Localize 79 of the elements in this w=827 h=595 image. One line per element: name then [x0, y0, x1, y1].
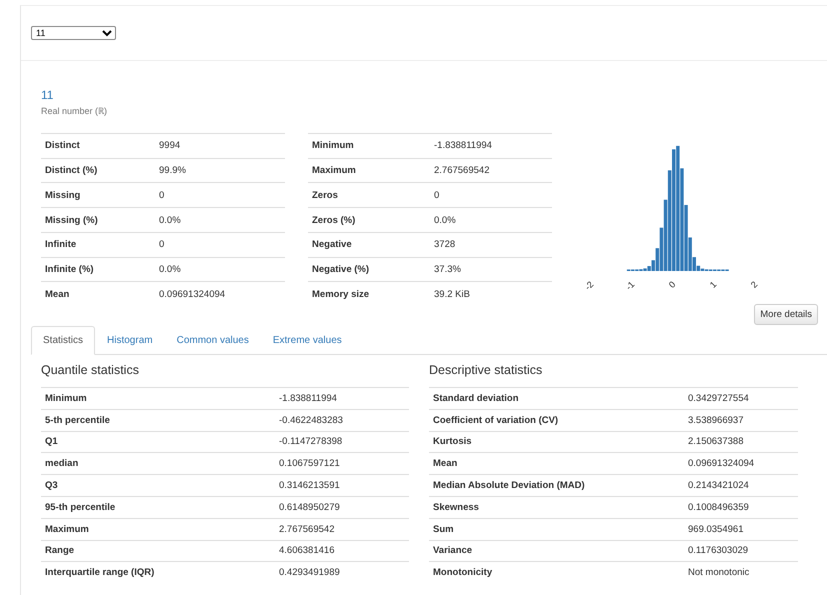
stat-label: Zeros: [308, 182, 430, 208]
axis-tick-label: 0: [666, 279, 678, 290]
stat-value: 39.2 KiB: [430, 282, 552, 306]
stat-value: 0.6148950279: [275, 496, 409, 518]
stat-value: -0.4622483283: [275, 409, 409, 432]
stat-value: 9994: [155, 134, 285, 158]
stat-value: 0.3146213591: [275, 474, 409, 496]
stat-label: Coefficient of variation (CV): [429, 409, 684, 432]
tab[interactable]: Extreme values: [260, 326, 354, 355]
stat-value: 0: [155, 182, 285, 208]
stat-label: Missing: [41, 182, 155, 208]
stat-value: 0: [155, 232, 285, 258]
stat-label: Mean: [41, 282, 155, 306]
variable-type: Real number (ℝ): [41, 105, 108, 117]
stat-value: 3728: [430, 232, 552, 258]
stat-label: Negative: [308, 232, 430, 258]
stat-value: 0.2143421024: [684, 474, 798, 496]
stat-value: 0: [430, 182, 552, 208]
stat-label: median: [41, 452, 275, 475]
stat-label: Missing (%): [41, 208, 155, 232]
stat-label: Zeros (%): [308, 208, 430, 232]
stat-label: Maximum: [308, 158, 430, 183]
stat-value: 0.09691324094: [684, 452, 798, 475]
stat-label: Maximum: [41, 518, 275, 540]
stat-label: Sum: [429, 518, 684, 540]
stat-label: Monotonicity: [429, 562, 684, 584]
variable-name: 11: [41, 88, 54, 102]
more-details-button[interactable]: More details: [754, 304, 818, 325]
stat-label: Distinct (%): [41, 158, 155, 183]
tab[interactable]: Histogram: [95, 326, 165, 355]
stat-value: -1.838811994: [275, 388, 409, 410]
stat-label: 95-th percentile: [41, 496, 275, 518]
stat-label: Q1: [41, 431, 275, 453]
stat-value: 0.0%: [155, 257, 285, 282]
stat-value: 2.150637388: [684, 431, 798, 453]
stat-value: 0.4293491989: [275, 562, 409, 584]
axis-tick-label: 2: [748, 279, 760, 290]
stat-label: Minimum: [308, 134, 430, 158]
stat-value: 0.3429727554: [684, 388, 798, 410]
stat-label: Negative (%): [308, 257, 430, 282]
stat-label: Skewness: [429, 496, 684, 518]
stat-value: 0.1008496359: [684, 496, 798, 518]
stat-label: Variance: [429, 540, 684, 562]
axis-tick-label: 1: [708, 279, 718, 290]
stat-value: 3.538966937: [684, 409, 798, 432]
axis-tick-label: -2: [582, 279, 596, 292]
stat-label: Interquartile range (IQR): [41, 562, 275, 584]
section-title: Quantile statistics: [41, 363, 140, 377]
stat-value: 969.0354961: [684, 518, 798, 540]
stat-label: 5-th percentile: [41, 409, 275, 432]
section-title: Descriptive statistics: [429, 363, 544, 377]
stat-label: Infinite: [41, 232, 155, 258]
stat-label: Range: [41, 540, 275, 562]
stat-label: Median Absolute Deviation (MAD): [429, 474, 684, 496]
variable-select[interactable]: 11: [31, 26, 116, 40]
stat-label: Kurtosis: [429, 431, 684, 453]
stat-label: Q3: [41, 474, 275, 496]
tab[interactable]: Common values: [164, 326, 261, 355]
stat-label: Mean: [429, 452, 684, 475]
stat-label: Infinite (%): [41, 257, 155, 282]
stat-value: 0.1176303029: [684, 540, 798, 562]
axis-tick-label: -1: [624, 279, 636, 292]
stat-value: -1.838811994: [430, 134, 552, 158]
stat-value: 4.606381416: [275, 540, 409, 562]
stat-value: 2.767569542: [430, 158, 552, 183]
stat-value: 37.3%: [430, 257, 552, 282]
stat-label: Minimum: [41, 388, 275, 410]
stat-label: Standard deviation: [429, 388, 684, 410]
stat-value: 0.0%: [155, 208, 285, 232]
stat-value: -0.1147278398: [275, 431, 409, 453]
stat-value: 99.9%: [155, 158, 285, 183]
stat-value: 0.1067597121: [275, 452, 409, 475]
stat-value: 0.0%: [430, 208, 552, 232]
stat-value: 0.09691324094: [155, 282, 285, 306]
stat-label: Memory size: [308, 282, 430, 306]
stat-label: Distinct: [41, 134, 155, 158]
stat-value: Not monotonic: [684, 562, 798, 584]
stat-value: 2.767569542: [275, 518, 409, 540]
tab[interactable]: Statistics: [31, 326, 96, 355]
